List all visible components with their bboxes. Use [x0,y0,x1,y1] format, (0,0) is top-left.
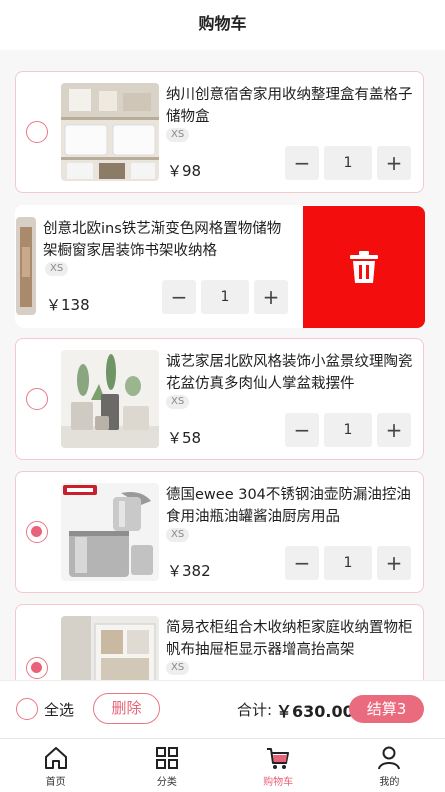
cart-item: 德国ewee 304不锈钢油壶防漏油控油食用油瓶油罐酱油厨房用品 XS ￥382… [15,471,424,593]
quantity-value[interactable]: 1 [201,280,249,314]
increase-button[interactable]: + [377,413,411,447]
item-select-radio[interactable] [26,388,48,410]
swipe-delete-button[interactable] [303,206,425,328]
home-icon [44,747,67,769]
tab-cart[interactable]: 购物车 [223,739,334,792]
decrease-button[interactable]: − [162,280,196,314]
user-icon [378,746,401,770]
increase-button[interactable]: + [377,546,411,580]
page-title: 购物车 [0,0,445,50]
product-image[interactable] [61,350,159,448]
spec-tag: XS [166,128,190,142]
spec-tag: XS [45,262,69,276]
cart-item-swiped: 创意北欧ins铁艺渐变色网格置物储物架橱窗家居装饰书架收纳格 XS ￥138 −… [15,205,425,328]
quantity-value[interactable]: 1 [324,413,372,447]
increase-button[interactable]: + [377,146,411,180]
spec-tag: XS [166,528,190,542]
trash-icon [350,251,378,283]
item-select-radio[interactable] [26,121,48,143]
product-price: ￥58 [167,429,202,447]
checkout-button[interactable]: 结算3 [349,695,424,723]
tab-label: 购物车 [263,777,294,788]
decrease-button[interactable]: − [285,413,319,447]
item-select-radio-checked[interactable] [26,521,48,543]
spec-tag: XS [166,661,190,675]
cart-list[interactable]: 纳川创意宿舍家用收纳整理盒有盖格子储物盒 XS ￥98 − 1 + 创意北欧in… [0,56,445,680]
quantity-value[interactable]: 1 [324,146,372,180]
product-price: ￥138 [46,296,90,314]
bottom-tab-bar: 首页 分类 购物车 我的 [0,738,445,792]
delete-selected-button[interactable]: 删除 [93,693,160,724]
product-price: ￥382 [167,562,211,580]
product-title[interactable]: 纳川创意宿舍家用收纳整理盒有盖格子储物盒 [166,84,416,128]
decrease-button[interactable]: − [285,146,319,180]
quantity-stepper: − 1 + [285,146,411,180]
product-title[interactable]: 诚艺家居北欧风格装饰小盆景纹理陶瓷花盆仿真多肉仙人掌盆栽摆件 [166,351,416,395]
spec-tag: XS [166,395,190,409]
select-all-radio[interactable] [16,698,38,720]
quantity-value[interactable]: 1 [324,546,372,580]
cart-summary-bar: 全选 删除 合计: ￥630.00 结算3 [0,680,445,738]
product-title[interactable]: 创意北欧ins铁艺渐变色网格置物储物架橱窗家居装饰书架收纳格 [43,218,293,262]
product-title[interactable]: 简易衣柜组合木收纳柜家庭收纳置物柜帆布抽屉柜显示器增高抬高架 [166,617,416,661]
total-label: 合计: [237,701,273,719]
item-content[interactable]: 创意北欧ins铁艺渐变色网格置物储物架橱窗家居装饰书架收纳格 XS ￥138 −… [16,206,303,328]
decrease-button[interactable]: − [285,546,319,580]
grid-icon [155,747,178,769]
quantity-stepper: − 1 + [162,280,288,314]
product-image[interactable] [61,83,159,181]
tab-mine[interactable]: 我的 [334,739,445,792]
cart-item: 简易衣柜组合木收纳柜家庭收纳置物柜帆布抽屉柜显示器增高抬高架 XS [15,604,424,680]
item-select-radio-checked[interactable] [26,657,48,679]
product-image[interactable] [61,616,159,680]
cart-item: 诚艺家居北欧风格装饰小盆景纹理陶瓷花盆仿真多肉仙人掌盆栽摆件 XS ￥58 − … [15,338,424,460]
product-title[interactable]: 德国ewee 304不锈钢油壶防漏油控油食用油瓶油罐酱油厨房用品 [166,484,416,528]
quantity-stepper: − 1 + [285,413,411,447]
product-image[interactable] [16,217,36,315]
cart-item: 纳川创意宿舍家用收纳整理盒有盖格子储物盒 XS ￥98 − 1 + [15,71,424,193]
increase-button[interactable]: + [254,280,288,314]
tab-label: 分类 [156,777,177,788]
cart-icon [267,748,290,769]
tab-label: 我的 [379,777,400,788]
tab-category[interactable]: 分类 [111,739,222,792]
select-all-label[interactable]: 全选 [44,699,74,720]
product-image[interactable] [61,483,159,581]
total-amount: ￥630.00 [276,702,354,721]
quantity-stepper: − 1 + [285,546,411,580]
tab-home[interactable]: 首页 [0,739,111,792]
product-price: ￥98 [167,162,202,180]
tab-label: 首页 [45,777,66,788]
